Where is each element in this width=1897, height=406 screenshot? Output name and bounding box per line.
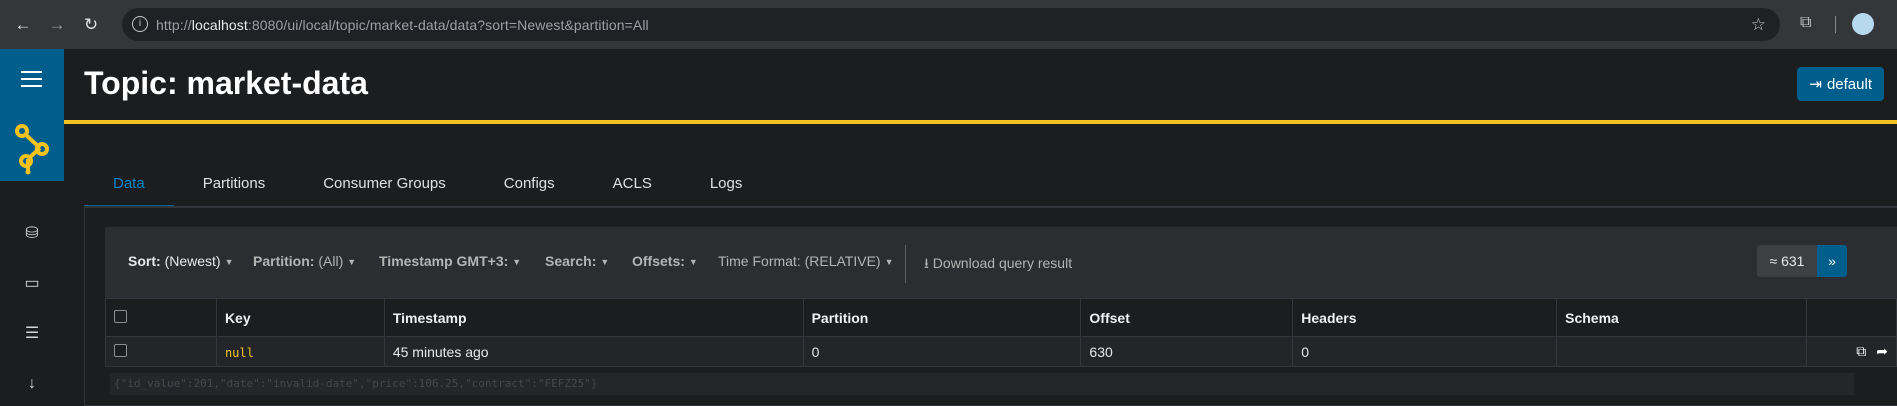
data-toolbar: Sort: (Newest) ▼ Partition: (All) ▼ Timest… [105, 227, 1897, 298]
login-button-label: default [1826, 75, 1872, 93]
caret-down-icon: ▼ [600, 257, 610, 267]
timestamp-dropdown[interactable]: Timestamp GMT+3: ▼ [379, 253, 521, 269]
tab-acls[interactable]: ACLS [584, 165, 681, 205]
column-header-schema[interactable]: Schema [1556, 298, 1807, 337]
column-header-timestamp[interactable]: Timestamp [383, 298, 804, 337]
partition-dropdown[interactable]: Partition: (All) ▼ [253, 253, 356, 269]
column-header-partition[interactable]: Partition [802, 298, 1082, 337]
sign-in-icon: ⇥ [1809, 76, 1822, 93]
messages-table: Key Timestamp Partition Offset Headers S… [105, 298, 1897, 367]
tab-logs[interactable]: Logs [681, 165, 772, 205]
next-page-button[interactable]: » [1817, 245, 1847, 277]
profile-avatar[interactable] [1852, 13, 1874, 35]
list-icon[interactable]: ☰ [22, 324, 42, 344]
time-format-dropdown[interactable]: Time Format: (RELATIVE) ▼ [718, 253, 894, 269]
laptop-icon[interactable]: ▭ [22, 274, 42, 294]
offsets-dropdown[interactable]: Offsets: ▼ [632, 253, 698, 269]
hamburger-menu-icon[interactable] [21, 71, 42, 92]
cell-offset: 630 [1080, 336, 1294, 367]
url-text: http://localhost:8080/ui/local/topic/mar… [156, 16, 649, 33]
table-header-row: Key Timestamp Partition Offset Headers S… [105, 298, 1897, 337]
site-info-icon[interactable]: i [132, 16, 148, 32]
download-icon: ⭳ [924, 255, 929, 271]
cell-headers: 0 [1292, 336, 1558, 367]
forward-arrow-icon[interactable]: → [46, 14, 68, 36]
login-button[interactable]: ⇥ default [1797, 67, 1884, 101]
download-query-result-button[interactable]: ⭳ Download query result [924, 253, 1072, 277]
message-value[interactable]: {"id_value":201,"date":"invalid-date","p… [110, 373, 1854, 395]
copy-icon[interactable]: ⧉ [1856, 343, 1866, 359]
cell-key: null [215, 336, 385, 367]
back-arrow-icon[interactable]: ← [12, 14, 34, 36]
akhq-logo-icon[interactable] [8, 121, 56, 177]
bookmark-star-icon[interactable]: ☆ [1751, 15, 1766, 35]
toolbar-divider [905, 245, 906, 283]
caret-down-icon: ▼ [347, 257, 357, 267]
caret-down-icon: ▼ [884, 257, 894, 267]
column-header-offset[interactable]: Offset [1080, 298, 1294, 337]
cell-schema [1556, 336, 1807, 367]
select-all-cell [105, 298, 217, 337]
key-value: null [224, 345, 254, 360]
cell-partition: 0 [802, 336, 1082, 367]
divider [1835, 16, 1836, 33]
message-value-row: {"id_value":201,"date":"invalid-date","p… [105, 367, 1897, 404]
topic-tabs: Data Partitions Consumer Groups Configs … [84, 165, 772, 208]
column-header-actions [1805, 298, 1897, 337]
tab-data[interactable]: Data [84, 165, 174, 208]
column-header-key[interactable]: Key [215, 298, 385, 337]
page-header: Topic: market-data ⇥ default [64, 49, 1897, 124]
sort-dropdown[interactable]: Sort: (Newest) ▼ [128, 253, 234, 269]
select-all-checkbox[interactable] [114, 309, 127, 323]
sidebar-brand [0, 49, 64, 181]
page-title: Topic: market-data [84, 65, 368, 101]
row-select-cell [105, 336, 217, 367]
table-row[interactable]: null 45 minutes ago 0 630 0 ⧉ ➦ [105, 336, 1897, 367]
browser-toolbar: ← → ↻ i http://localhost:8080/ui/local/t… [0, 0, 1897, 49]
cell-actions: ⧉ ➦ [1805, 336, 1897, 367]
download-arrow-icon[interactable]: ↓ [22, 374, 42, 394]
address-bar[interactable]: i http://localhost:8080/ui/local/topic/m… [122, 8, 1780, 41]
database-icon[interactable]: ⛁ [22, 224, 42, 244]
extensions-icon[interactable]: ⧉ [1800, 14, 1811, 32]
tab-consumer-groups[interactable]: Consumer Groups [294, 165, 475, 205]
caret-down-icon: ▼ [512, 257, 522, 267]
reload-icon[interactable]: ↻ [80, 14, 102, 36]
cell-timestamp: 45 minutes ago [383, 336, 804, 367]
caret-down-icon: ▼ [224, 257, 234, 267]
tab-configs[interactable]: Configs [475, 165, 584, 205]
column-header-headers[interactable]: Headers [1292, 298, 1558, 337]
share-forward-icon[interactable]: ➦ [1876, 343, 1888, 359]
caret-down-icon: ▼ [688, 257, 698, 267]
search-dropdown[interactable]: Search: ▼ [545, 253, 609, 269]
sidebar: ⛁ ▭ ☰ ↓ [0, 49, 64, 404]
row-checkbox[interactable] [114, 343, 127, 357]
message-count: ≈ 631 [1757, 245, 1817, 277]
tab-partitions[interactable]: Partitions [174, 165, 295, 205]
